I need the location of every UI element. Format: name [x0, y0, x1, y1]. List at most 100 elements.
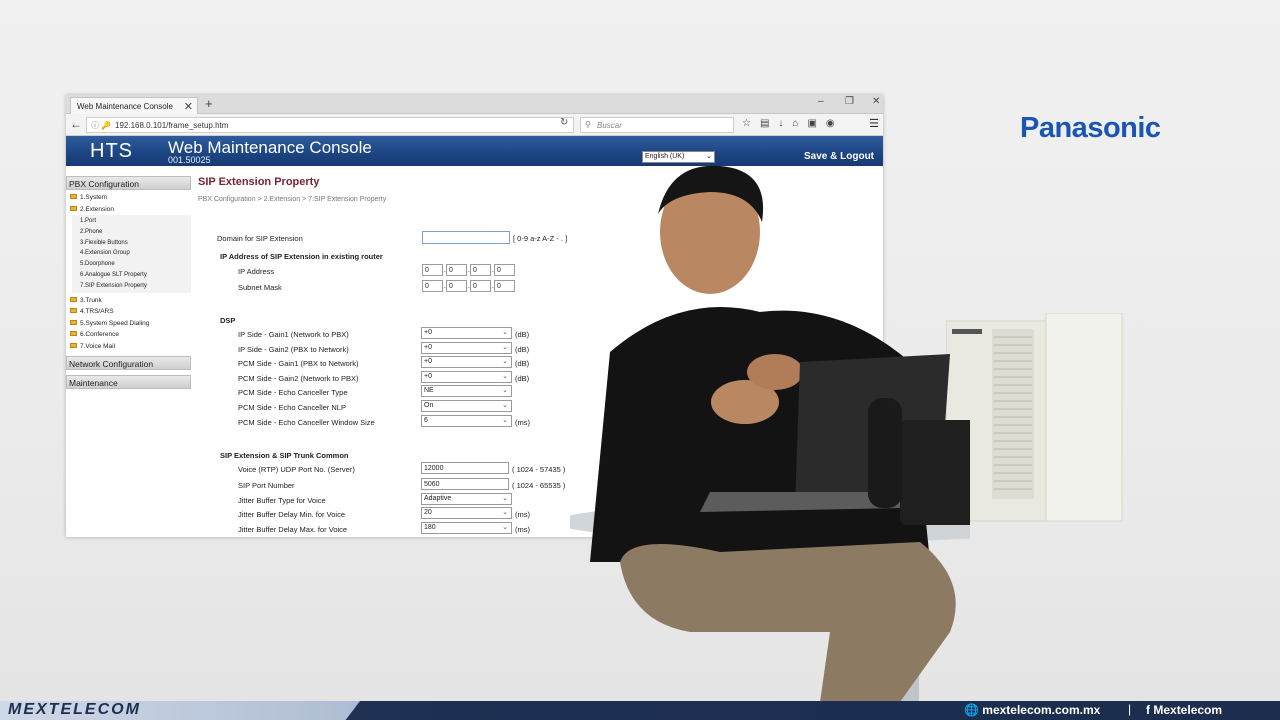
site-info-icon[interactable]: ⓘ 🔑 — [91, 120, 111, 131]
ip-octet-4[interactable] — [494, 264, 515, 276]
address-bar[interactable]: ⓘ 🔑 192.168.0.101/frame_setup.htm — [86, 117, 574, 133]
sidebar-item-label: 3.Trunk — [80, 296, 102, 304]
ip-octet-2[interactable] — [446, 264, 467, 276]
chevron-down-icon: ⌄ — [502, 524, 508, 531]
sidebar-item-conference[interactable]: 6.Conference — [70, 329, 194, 341]
sidebar-item-label: 7.Voice Mail — [80, 342, 116, 350]
dsp-select[interactable]: +0 ⌄ — [421, 342, 512, 354]
tab-close-icon[interactable]: ✕ — [184, 100, 193, 113]
reload-icon[interactable]: ↻ — [560, 117, 568, 128]
panasonic-logo: Panasonic — [1020, 112, 1161, 144]
mextelecom-logo-band: MEXTELECOM — [0, 701, 360, 720]
browser-nav-bar: ← ⓘ 🔑 192.168.0.101/frame_setup.htm ↻ ⚲ … — [66, 114, 883, 136]
sidebar-sub-sip-extension[interactable]: 7.SIP Extension Property — [80, 281, 191, 292]
rtp-port-input[interactable] — [421, 462, 509, 474]
dsp-unit: (ms) — [515, 418, 530, 427]
dsp-select[interactable]: +0 ⌄ — [421, 327, 512, 339]
dsp-select[interactable]: +0 ⌄ — [421, 371, 512, 383]
bottom-banner: MEXTELECOM 🌐 mextelecom.com.mx | f Mexte… — [0, 701, 1280, 720]
folder-icon — [70, 296, 77, 302]
search-icon: ⚲ — [585, 120, 591, 129]
sidebar-sub-doorphone[interactable]: 5.Doorphone — [80, 259, 191, 270]
browser-toolbar-icons[interactable]: ☆▤↓⌂▣◉ — [742, 118, 844, 129]
sidebar-sub-analogue-slt[interactable]: 6.Analogue SLT Property — [80, 270, 191, 281]
chevron-down-icon: ⌄ — [502, 417, 508, 424]
dsp-select[interactable]: 6 ⌄ — [421, 415, 512, 427]
maximize-icon[interactable]: ❐ — [845, 96, 854, 107]
jitter-select[interactable]: Adaptive ⌄ — [421, 493, 512, 505]
dsp-section-heading: DSP — [220, 316, 236, 325]
dsp-row-label: PCM Side - Gain1 (PBX to Network) — [238, 359, 359, 368]
jitter-select-value: Adaptive — [424, 495, 452, 502]
dsp-select-value: +0 — [424, 329, 432, 336]
dsp-select[interactable]: +0 ⌄ — [421, 356, 512, 368]
sidebar-sub-phone[interactable]: 2.Phone — [80, 227, 191, 238]
subnet-octet-1[interactable] — [422, 280, 443, 292]
dsp-row-label: PCM Side - Echo Canceller Window Size — [238, 418, 375, 427]
dsp-select-value: On — [424, 402, 434, 409]
dsp-unit: (dB) — [515, 345, 530, 354]
sidebar-sub-extension-group[interactable]: 4.Extension Group — [80, 248, 191, 259]
sidebar-item-extension[interactable]: 2.Extension — [70, 204, 194, 216]
sidebar-item-label: 5.System Speed Dialing — [80, 319, 150, 327]
folder-icon — [70, 308, 77, 314]
rtp-port-hint: ( 1024 - 57435 ) — [512, 465, 566, 474]
dsp-select-value: NE — [424, 387, 434, 394]
sip-port-input[interactable] — [421, 478, 509, 490]
chevron-down-icon: ⌄ — [502, 387, 508, 394]
breadcrumb: PBX Configuration > 2.Extension > 7.SIP … — [198, 196, 387, 203]
subnet-octet-3[interactable] — [470, 280, 491, 292]
facebook-handle: Mextelecom — [1153, 703, 1223, 717]
close-window-icon[interactable]: ✕ — [872, 96, 880, 107]
search-input[interactable]: ⚲ Buscar — [580, 117, 734, 133]
dsp-row-label: PCM Side - Gain2 (Network to PBX) — [238, 374, 359, 383]
dsp-select-value: +0 — [424, 344, 432, 351]
sidebar-item-system[interactable]: 1.System — [70, 192, 194, 204]
sidebar-network-config[interactable]: Network Configuration — [66, 356, 191, 371]
chevron-down-icon: ⌄ — [502, 358, 508, 365]
sidebar-item-trs-ars[interactable]: 4.TRS/ARS — [70, 306, 194, 318]
folder-icon — [70, 319, 77, 325]
presenter-illustration — [570, 165, 970, 702]
domain-input[interactable] — [422, 231, 510, 244]
website-url: mextelecom.com.mx — [982, 703, 1101, 717]
menu-icon[interactable]: ☰ — [869, 117, 879, 130]
sidebar-maintenance[interactable]: Maintenance — [66, 375, 191, 390]
browser-tab[interactable]: Web Maintenance Console ✕ — [70, 97, 198, 114]
jitter-select[interactable]: 180 ⌄ — [421, 522, 512, 534]
jitter-row-label: Jitter Buffer Delay Min. for Voice — [238, 510, 345, 519]
dsp-select[interactable]: On ⌄ — [421, 400, 512, 412]
ip-octet-3[interactable] — [470, 264, 491, 276]
sidebar-item-voice-mail[interactable]: 7.Voice Mail — [70, 341, 194, 353]
sidebar-item-label: 6.Conference — [80, 331, 120, 339]
language-value: English (UK) — [645, 153, 685, 160]
sidebar-sub-flexible-buttons[interactable]: 3.Flexible Buttons — [80, 238, 191, 249]
search-placeholder: Buscar — [597, 121, 622, 130]
common-section-heading: SIP Extension & SIP Trunk Common — [220, 451, 349, 460]
chevron-down-icon: ⌄ — [502, 373, 508, 380]
minimize-icon[interactable]: – — [818, 96, 824, 107]
subnet-octet-4[interactable] — [494, 280, 515, 292]
sidebar-item-label: 4.TRS/ARS — [80, 308, 114, 316]
jitter-select-value: 20 — [424, 509, 432, 516]
jitter-select[interactable]: 20 ⌄ — [421, 507, 512, 519]
sidebar-item-trunk[interactable]: 3.Trunk — [70, 295, 194, 307]
tab-title: Web Maintenance Console — [77, 102, 173, 111]
sidebar-item-speed-dialing[interactable]: 5.System Speed Dialing — [70, 318, 194, 330]
sidebar-pbx-config[interactable]: PBX Configuration — [66, 176, 191, 190]
ip-address-label: IP Address — [238, 267, 275, 276]
folder-icon — [70, 342, 77, 348]
jitter-unit: (ms) — [515, 510, 530, 519]
dsp-row-label: IP Side - Gain1 (Network to PBX) — [238, 330, 349, 339]
jitter-row-label: Jitter Buffer Delay Max. for Voice — [238, 525, 348, 534]
new-tab-button[interactable]: + — [205, 96, 213, 111]
save-logout-button[interactable]: Save & Logout — [804, 151, 874, 162]
ip-octet-1[interactable] — [422, 264, 443, 276]
dsp-select-value: +0 — [424, 373, 432, 380]
sidebar-item-label: 2.Extension — [80, 205, 114, 213]
back-arrow-icon[interactable]: ← — [70, 117, 82, 131]
dsp-select[interactable]: NE ⌄ — [421, 385, 512, 397]
subnet-octet-2[interactable] — [446, 280, 467, 292]
sidebar-sub-port[interactable]: 1.Port — [80, 216, 191, 227]
sidebar-item-label: 1.System — [80, 194, 108, 201]
